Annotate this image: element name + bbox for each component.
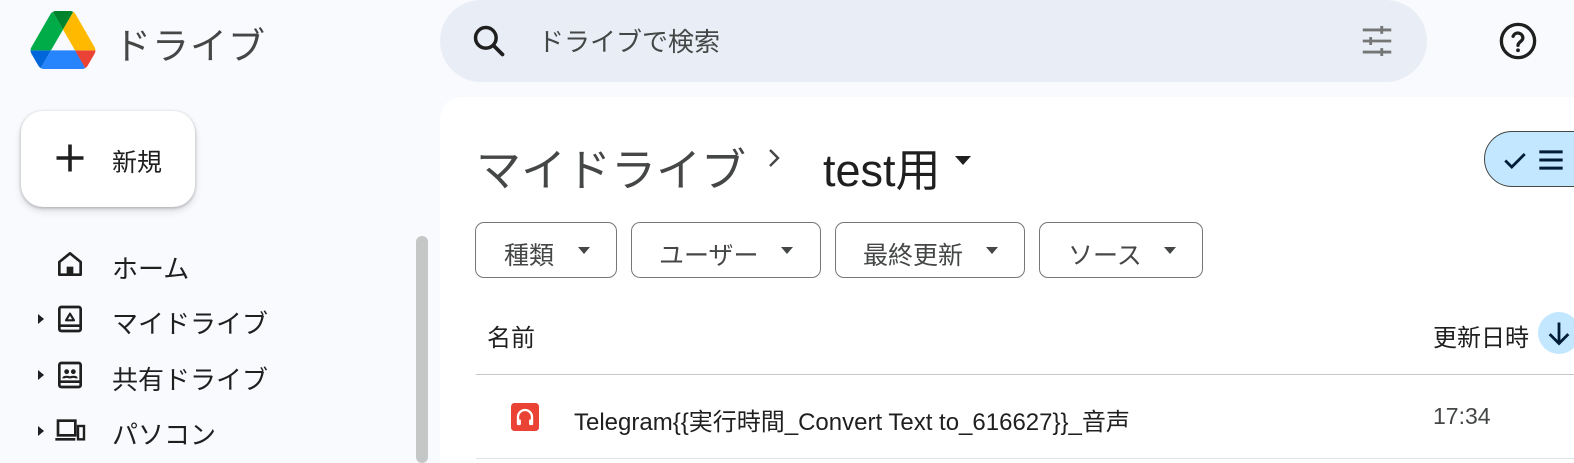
table-divider (476, 374, 1574, 375)
caret-down-icon (1164, 247, 1176, 254)
computers-icon (55, 419, 86, 441)
filter-label: ユーザー (659, 242, 759, 270)
filter-label: 最終更新 (863, 242, 964, 270)
sidebar-item-label: パソコン (112, 420, 217, 450)
my-drive-icon (58, 305, 82, 333)
arrow-down-icon (1548, 322, 1570, 346)
caret-down-icon (781, 247, 793, 254)
new-button[interactable] (21, 111, 195, 207)
caret-down-icon (578, 247, 590, 254)
expand-caret-icon[interactable] (36, 312, 46, 326)
check-icon (1504, 153, 1526, 170)
table-divider (476, 458, 1574, 459)
caret-down-icon[interactable] (952, 153, 974, 167)
sidebar-item-label: 共有ドライブ (112, 365, 269, 395)
filter-label: 種類 (504, 242, 555, 270)
sidebar-item-label: マイドライブ (112, 309, 269, 339)
sidebar-scrollbar[interactable] (416, 236, 428, 463)
app-title: ドライブ (114, 26, 266, 67)
breadcrumb-current[interactable]: test用 (823, 134, 941, 199)
breadcrumb-root[interactable]: マイドライブ (476, 134, 746, 199)
shared-drives-icon (58, 361, 82, 389)
column-header-modified[interactable]: 更新日時 (1433, 318, 1529, 353)
search-input[interactable] (538, 22, 1318, 62)
file-name[interactable]: Telegram{{実行時間_Convert Text to_616627}}_… (574, 402, 1130, 437)
plus-icon (56, 144, 84, 172)
caret-down-icon (986, 247, 998, 254)
sidebar-item-label: ホーム (112, 254, 190, 284)
help-icon[interactable] (1497, 20, 1539, 62)
home-icon (58, 252, 82, 276)
chevron-right-icon (769, 149, 780, 167)
audio-file-icon (511, 403, 539, 431)
expand-caret-icon[interactable] (36, 424, 46, 438)
tune-icon[interactable] (1358, 22, 1396, 60)
new-button-label: 新規 (112, 149, 163, 177)
filter-label: ソース (1068, 242, 1142, 270)
file-modified: 17:34 (1433, 403, 1491, 429)
drive-logo[interactable] (30, 11, 96, 69)
column-header-name[interactable]: 名前 (487, 318, 535, 353)
search-icon[interactable] (470, 22, 508, 60)
list-view-icon[interactable] (1537, 146, 1565, 174)
expand-caret-icon[interactable] (36, 368, 46, 382)
